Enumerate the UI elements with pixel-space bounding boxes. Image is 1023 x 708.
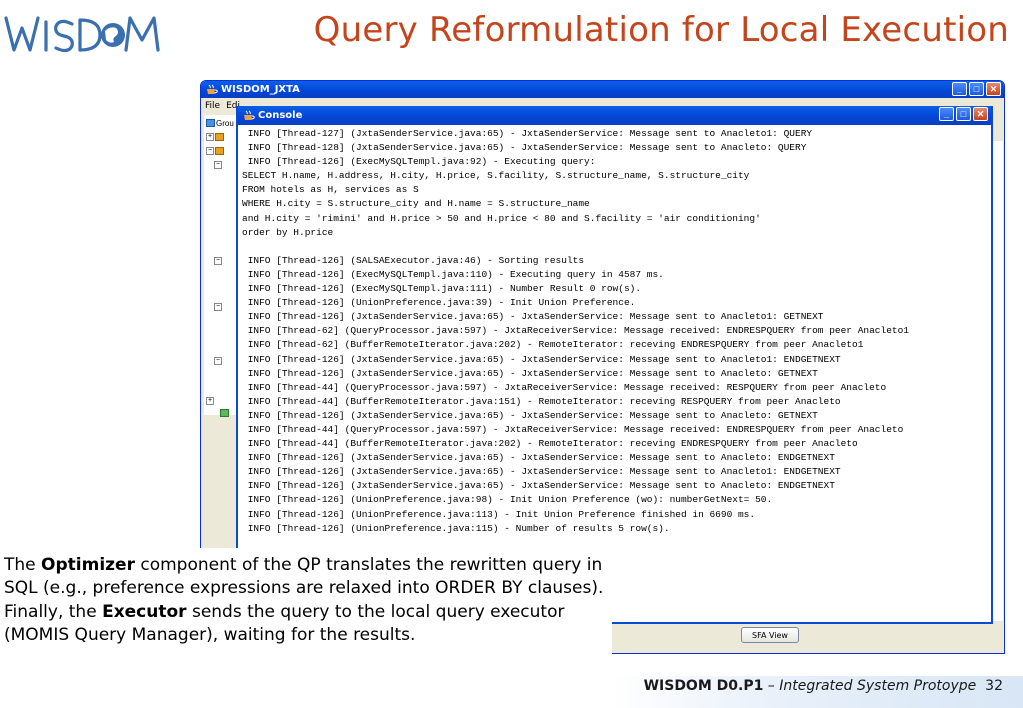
paragraph-optimizer: The Optimizer component of the QP transl… — [4, 554, 612, 601]
maximize-button[interactable]: □ — [969, 82, 984, 96]
tree-root-label: Grou — [216, 118, 234, 128]
console-line: INFO [Thread-126] (ExecMySQLTempl.java:1… — [242, 268, 664, 280]
console-title-bar[interactable]: Console _ □ ✕ — [238, 106, 991, 125]
tree-item[interactable]: − — [206, 145, 240, 157]
tree-item[interactable]: + — [206, 131, 240, 143]
console-line: INFO [Thread-44] (QueryProcessor.java:59… — [242, 381, 887, 393]
console-line: WHERE H.city = S.structure_city and H.na… — [242, 198, 590, 210]
footer-separator: – — [763, 678, 780, 694]
console-line: INFO [Thread-44] (QueryProcessor.java:59… — [242, 423, 904, 435]
peer-tree: Grou + − − − − − + — [204, 115, 240, 417]
collapse-icon: − — [206, 147, 214, 155]
console-window-title: Console — [258, 110, 303, 121]
peer-icon — [215, 133, 224, 141]
optimizer-term: Optimizer — [41, 555, 135, 575]
console-line: INFO [Thread-62] (QueryProcessor.java:59… — [242, 325, 910, 337]
console-line: INFO [Thread-128] (JxtaSenderService.jav… — [242, 142, 807, 154]
minimize-button[interactable]: _ — [952, 82, 967, 96]
close-icon: ✕ — [976, 108, 985, 119]
executor-term: Executor — [102, 601, 187, 622]
tree-item[interactable] — [206, 407, 240, 419]
minimize-icon: _ — [943, 108, 949, 119]
peer-icon — [215, 147, 224, 155]
slide-description: The Optimizer component of the QP transl… — [0, 548, 612, 686]
console-line: INFO [Thread-126] (JxtaSenderService.jav… — [242, 311, 824, 323]
console-line: INFO [Thread-126] (UnionPreference.java:… — [242, 522, 670, 534]
console-line: INFO [Thread-126] (ExecMySQLTempl.java:1… — [242, 283, 642, 295]
console-line: INFO [Thread-126] (JxtaSenderService.jav… — [242, 466, 841, 478]
minimize-icon: _ — [956, 83, 962, 94]
tree-root[interactable]: Grou — [206, 117, 240, 129]
console-line: INFO [Thread-44] (BufferRemoteIterator.j… — [242, 395, 841, 407]
tree-item[interactable]: − — [206, 355, 240, 367]
peer-online-icon — [220, 409, 229, 417]
slide-footer: WISDOM D0.P1 – Integrated System Protoyp… — [644, 678, 1003, 694]
footer-subtitle: Integrated System Protoype — [779, 678, 977, 694]
console-window: Console _ □ ✕ INFO [Thread-127] (JxtaSen… — [236, 106, 993, 624]
console-close-button[interactable]: ✕ — [973, 107, 988, 121]
jxta-title-bar[interactable]: WISDOM_JXTA _ □ ✕ — [201, 81, 1004, 98]
footer-project: WISDOM D0.P1 — [643, 678, 764, 694]
console-line: INFO [Thread-126] (ExecMySQLTempl.java:9… — [242, 156, 596, 168]
page-number: 32 — [985, 678, 1003, 694]
collapse-icon: − — [214, 357, 222, 365]
console-maximize-button[interactable]: □ — [956, 107, 971, 121]
console-line: SELECT H.name, H.address, H.city, H.pric… — [242, 170, 750, 182]
tree-item[interactable]: − — [206, 301, 240, 313]
console-minimize-button[interactable]: _ — [939, 107, 954, 121]
tree-item[interactable]: − — [206, 255, 240, 267]
console-line: INFO [Thread-126] (JxtaSenderService.jav… — [242, 367, 818, 379]
console-line: INFO [Thread-127] (JxtaSenderService.jav… — [242, 128, 813, 139]
console-line: INFO [Thread-126] (UnionPreference.java:… — [242, 297, 636, 309]
console-line: order by H.price — [242, 226, 334, 238]
wisdom-logo — [2, 4, 162, 62]
slide-title: Query Reformulation for Local Execution — [313, 10, 1009, 50]
maximize-icon: □ — [973, 83, 980, 94]
tree-item[interactable]: + — [206, 395, 240, 407]
expand-icon: + — [206, 397, 214, 405]
console-line: INFO [Thread-126] (JxtaSenderService.jav… — [242, 480, 835, 492]
text-span: The — [4, 555, 42, 575]
collapse-icon: − — [214, 161, 222, 169]
console-line: and H.city = 'rimini' and H.price > 50 a… — [242, 212, 761, 224]
collapse-icon: − — [214, 303, 222, 311]
collapse-icon: − — [214, 257, 222, 265]
console-line: INFO [Thread-126] (JxtaSenderService.jav… — [242, 353, 841, 365]
menu-file[interactable]: File — [205, 101, 220, 111]
java-cup-icon — [242, 110, 255, 122]
group-icon — [206, 119, 215, 127]
console-line: INFO [Thread-62] (BufferRemoteIterator.j… — [242, 339, 864, 351]
maximize-icon: □ — [960, 108, 967, 119]
console-line: INFO [Thread-44] (BufferRemoteIterator.j… — [242, 438, 858, 450]
sfa-view-button[interactable]: SFA View — [741, 627, 799, 643]
console-line: FROM hotels as H, services as S — [242, 184, 419, 196]
console-line: INFO [Thread-126] (JxtaSenderService.jav… — [242, 409, 818, 421]
console-line: INFO [Thread-126] (SALSAExecutor.java:46… — [242, 254, 585, 266]
tree-item[interactable]: − — [206, 159, 240, 171]
jxta-window-title: WISDOM_JXTA — [221, 84, 300, 95]
text-span: Finally, the — [4, 601, 103, 622]
expand-icon: + — [206, 133, 214, 141]
console-line: INFO [Thread-126] (JxtaSenderService.jav… — [242, 452, 835, 464]
java-cup-icon — [205, 84, 218, 96]
console-line: INFO [Thread-126] (UnionPreference.java:… — [242, 494, 773, 506]
console-line: INFO [Thread-126] (UnionPreference.java:… — [242, 508, 756, 520]
close-icon: ✕ — [989, 83, 998, 94]
close-button[interactable]: ✕ — [986, 82, 1001, 96]
paragraph-executor: Finally, the Executor sends the query to… — [4, 601, 612, 648]
